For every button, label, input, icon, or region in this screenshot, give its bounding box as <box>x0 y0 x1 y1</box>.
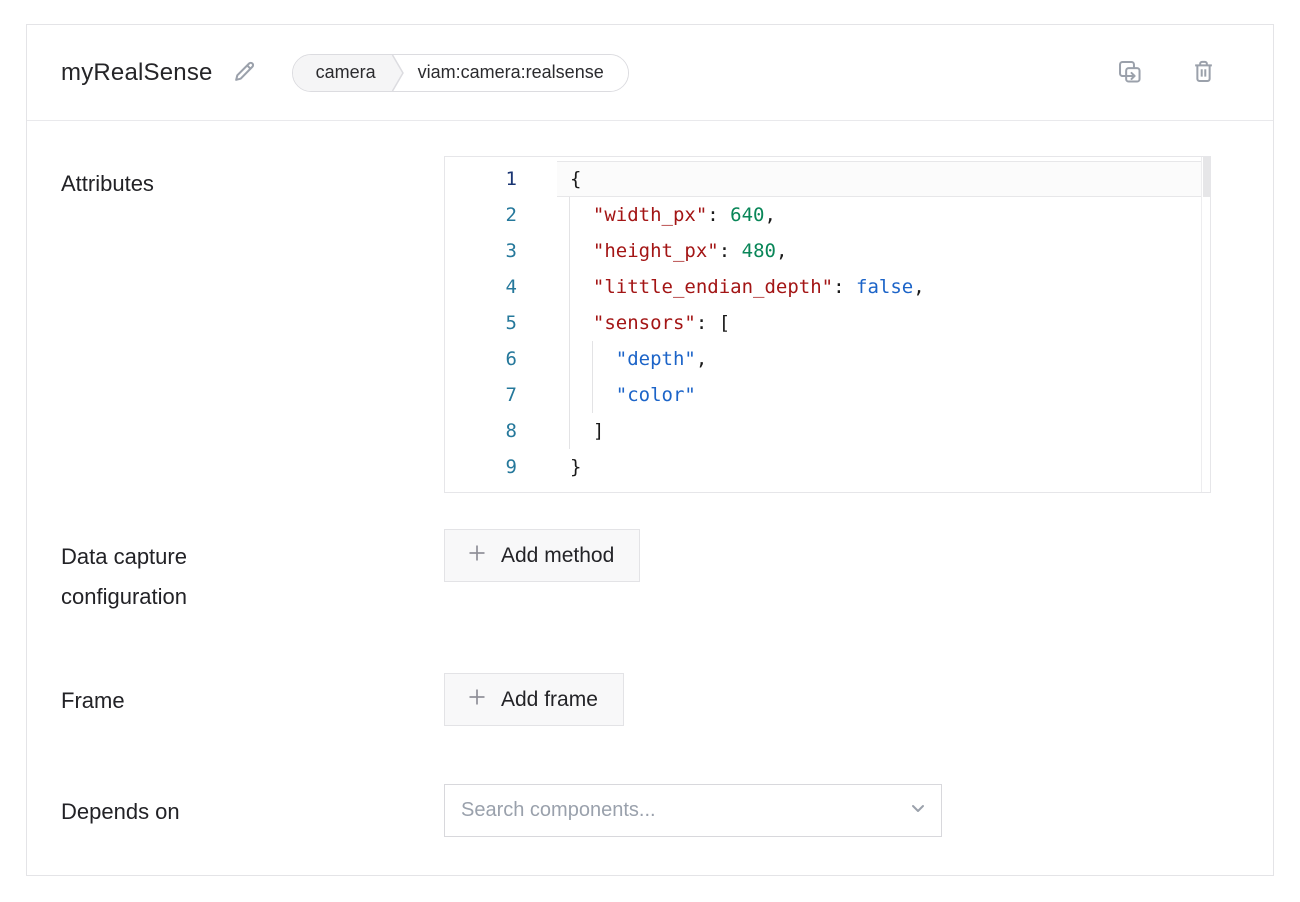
code-line: 6 "depth", <box>445 341 1210 377</box>
code-line: 8 ] <box>445 413 1210 449</box>
editor-scrollbar-thumb[interactable] <box>1203 157 1211 197</box>
pill-type-segment: camera <box>293 55 390 91</box>
depends-on-select <box>444 784 942 837</box>
attributes-json-editor[interactable]: 1{2 "width_px": 640,3 "height_px": 480,4… <box>444 156 1211 493</box>
add-frame-label: Add frame <box>501 688 598 712</box>
line-number: 8 <box>445 413 517 449</box>
delete-button[interactable] <box>1190 57 1217 89</box>
component-name-title: myRealSense <box>61 59 213 87</box>
line-number: 4 <box>445 269 517 305</box>
line-number: 6 <box>445 341 517 377</box>
frame-label: Frame <box>61 673 311 721</box>
plus-icon <box>468 544 486 568</box>
depends-on-label: Depends on <box>61 784 311 832</box>
card-header: myRealSense camera viam:camera:realsense <box>27 25 1273 121</box>
line-number: 7 <box>445 377 517 413</box>
code-line: 7 "color" <box>445 377 1210 413</box>
depends-on-row: Depends on <box>61 784 1235 837</box>
pill-chevron-separator <box>390 55 406 91</box>
editor-lines: 1{2 "width_px": 640,3 "height_px": 480,4… <box>445 157 1210 485</box>
data-capture-row: Data capture configuration Add method <box>61 529 1235 617</box>
plus-icon <box>468 688 486 712</box>
line-number: 2 <box>445 197 517 233</box>
code-line: 5 "sensors": [ <box>445 305 1210 341</box>
line-number: 3 <box>445 233 517 269</box>
line-number: 1 <box>445 161 517 197</box>
add-method-label: Add method <box>501 544 614 568</box>
card-body: Attributes 1{2 "width_px": 640,3 "height… <box>27 121 1273 867</box>
component-type-pill: camera viam:camera:realsense <box>292 54 629 92</box>
search-components-input[interactable] <box>444 784 942 837</box>
duplicate-button[interactable] <box>1115 57 1144 89</box>
trash-icon <box>1190 57 1217 89</box>
code-line: 4 "little_endian_depth": false, <box>445 269 1210 305</box>
component-config-card: myRealSense camera viam:camera:realsense <box>26 24 1274 876</box>
line-number: 5 <box>445 305 517 341</box>
editor-scrollbar[interactable] <box>1201 157 1210 492</box>
code-line: 1{ <box>445 161 1210 197</box>
code-line: 3 "height_px": 480, <box>445 233 1210 269</box>
code-line: 2 "width_px": 640, <box>445 197 1210 233</box>
pill-model-segment: viam:camera:realsense <box>406 55 628 91</box>
attributes-row: Attributes 1{2 "width_px": 640,3 "height… <box>61 156 1235 493</box>
attributes-label: Attributes <box>61 156 311 204</box>
line-number: 9 <box>445 449 517 485</box>
rename-button[interactable] <box>231 58 258 88</box>
frame-row: Frame Add frame <box>61 673 1235 726</box>
pencil-icon <box>231 58 258 88</box>
code-line: 9} <box>445 449 1210 485</box>
duplicate-icon <box>1115 57 1144 89</box>
add-frame-button[interactable]: Add frame <box>444 673 624 726</box>
add-method-button[interactable]: Add method <box>444 529 640 582</box>
data-capture-label: Data capture configuration <box>61 529 311 617</box>
